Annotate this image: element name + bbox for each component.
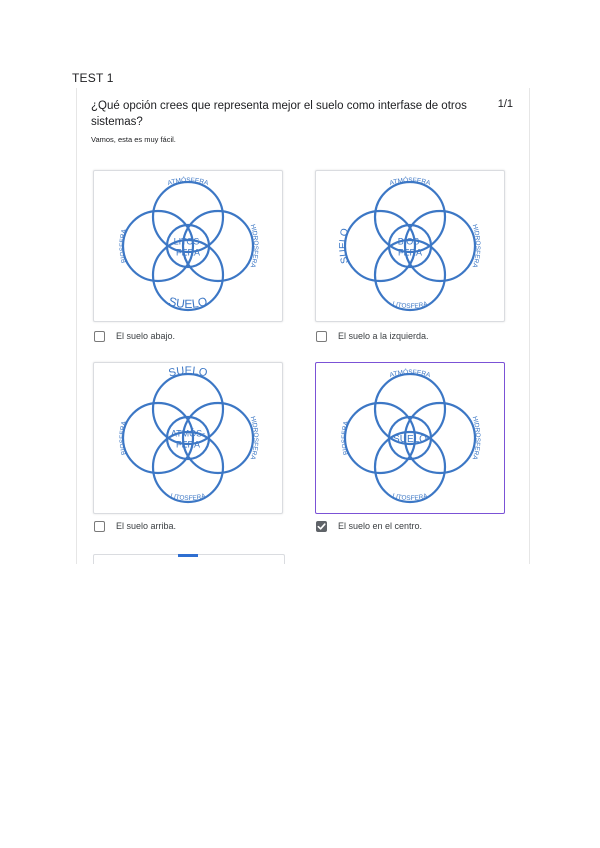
venn-label-bottom: SUELO: [167, 294, 209, 311]
venn-diagram: ATMÓSFERA HIDROSFERA BIOSFERA SUELO LITOS-FE…: [119, 175, 259, 312]
checkbox-icon[interactable]: [316, 520, 327, 532]
image-top-mark: [178, 554, 198, 557]
option-3[interactable]: El suelo arriba.: [94, 518, 176, 534]
option-4-label: El suelo en el centro.: [338, 521, 423, 531]
venn-label-bottom: LITOSFERA: [392, 300, 429, 310]
venn-center-label: BIOS-: [398, 237, 423, 247]
venn-center-label: FERA: [176, 248, 200, 258]
venn-label-right: HIDROSFERA: [248, 224, 259, 270]
option-1-label: El suelo abajo.: [116, 331, 176, 341]
venn-center-label: ATMÓS-: [171, 429, 205, 439]
venn-label-right: HIDROSFERA: [470, 224, 481, 270]
venn-diagram: ATMÓSFERA HIDROSFERA BIOSFERA LITOSFERA SUEL…: [341, 367, 481, 504]
checkbox-icon[interactable]: [94, 330, 105, 342]
option-2-label: El suelo a la izquierda.: [338, 331, 429, 341]
score-badge: 1/1: [497, 98, 513, 110]
venn-label-top: ATMÓSFERA: [167, 175, 210, 187]
venn-label-top: SUELO: [167, 365, 208, 380]
option-4-image[interactable]: ATMÓSFERA HIDROSFERA BIOSFERA LITOSFERA SUEL…: [315, 362, 505, 514]
venn-diagram: ATMÓSFERA HIDROSFERA SUELO LITOSFERA BIOS-FE…: [338, 175, 481, 312]
venn-label-left: BIOSFERA: [119, 228, 128, 263]
venn-diagram: SUELO HIDROSFERA BIOSFERA LITOSFERA ATMÓS-FE…: [119, 365, 259, 504]
option-2-image[interactable]: ATMÓSFERA HIDROSFERA SUELO LITOSFERA BIOS- FE…: [315, 170, 505, 322]
option-5-image-partial[interactable]: [93, 554, 285, 564]
venn-label-bottom: LITOSFERA: [170, 492, 207, 502]
question-card: ¿Qué opción crees que representa mejor e…: [76, 88, 530, 564]
checkbox-icon[interactable]: [94, 520, 105, 532]
venn-label-bottom: LITOSFERA: [392, 492, 429, 502]
question-hint: Vamos, esta es muy fácil.: [91, 135, 176, 144]
option-2[interactable]: El suelo a la izquierda.: [316, 328, 429, 344]
venn-label-left: SUELO: [338, 227, 351, 264]
venn-label-left: BIOSFERA: [119, 420, 128, 455]
venn-center-label: SUELO: [393, 434, 427, 445]
venn-label-right: HIDROSFERA: [248, 416, 259, 462]
option-1[interactable]: El suelo abajo.: [94, 328, 175, 344]
venn-center-label: FERA: [398, 248, 422, 258]
venn-center-label: LITOS-: [174, 237, 203, 247]
option-3-image[interactable]: SUELO HIDROSFERA BIOSFERA LITOSFERA ATMÓS- FE…: [93, 362, 283, 514]
checkbox-icon[interactable]: [316, 330, 327, 342]
option-1-image[interactable]: ATMÓSFERA HIDROSFERA BIOSFERA SUELO LITOS- FE…: [93, 170, 283, 322]
venn-label-right: HIDROSFERA: [470, 416, 481, 462]
question-text: ¿Qué opción crees que representa mejor e…: [91, 100, 467, 128]
venn-label-top: ATMÓSFERA: [389, 367, 432, 379]
venn-label-top: ATMÓSFERA: [389, 175, 432, 187]
checkmark-icon: [317, 522, 326, 530]
page-title: TEST 1: [72, 71, 114, 85]
option-3-label: El suelo arriba.: [116, 521, 177, 531]
venn-label-left: BIOSFERA: [341, 420, 350, 455]
venn-center-label: FERA: [176, 440, 200, 450]
option-4[interactable]: El suelo en el centro.: [316, 518, 422, 534]
